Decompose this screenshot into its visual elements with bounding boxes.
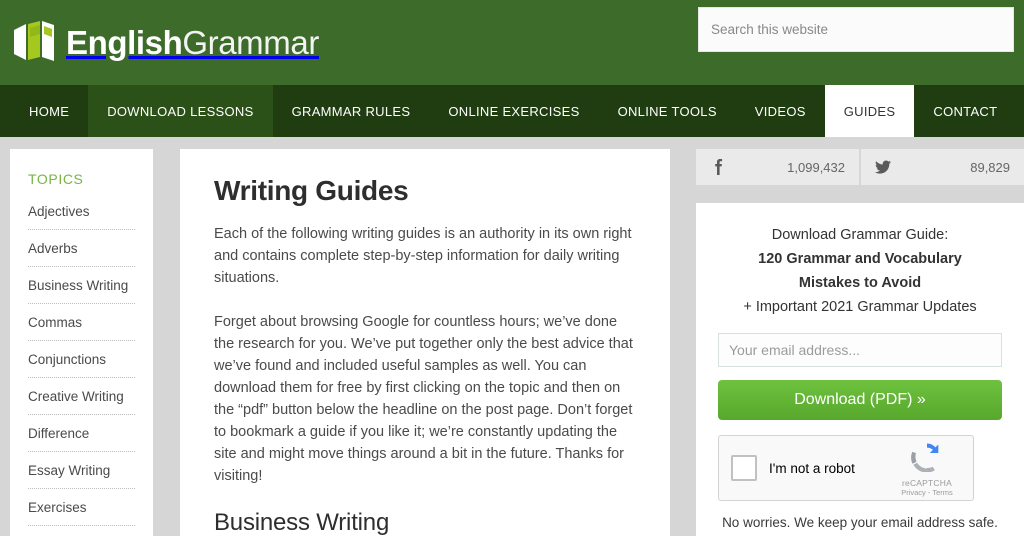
intro-paragraph: Each of the following writing guides is … [214, 226, 632, 286]
topics-sidebar: TOPICS Adjectives Adverbs Business Writi… [10, 149, 153, 536]
facebook-count: 1,099,432 [787, 159, 845, 175]
sidebar-item-essay-writing[interactable]: Essay Writing [28, 463, 135, 489]
sidebar-item-business-writing[interactable]: Business Writing [28, 278, 135, 304]
sidebar-item-adverbs[interactable]: Adverbs [28, 241, 135, 267]
right-sidebar: 1,099,432 89,829 Download Grammar Guide:… [696, 149, 1024, 536]
topics-heading: TOPICS [28, 171, 84, 187]
recaptcha-checkbox[interactable] [731, 455, 757, 481]
download-guide-widget: Download Grammar Guide: 120 Grammar and … [696, 203, 1024, 536]
logo-text-bold: English [66, 24, 183, 61]
sidebar-item-commas[interactable]: Commas [28, 315, 135, 341]
logo-text-light: Grammar [182, 24, 319, 61]
sidebar-item-conjunctions[interactable]: Conjunctions [28, 352, 135, 378]
email-field[interactable] [718, 333, 1002, 367]
sidebar-item-difference[interactable]: Difference [28, 426, 135, 452]
nav-item-online-tools[interactable]: ONLINE TOOLS [599, 85, 736, 137]
optin-line-4: + Important 2021 Grammar Updates [743, 299, 977, 315]
nav-item-contact[interactable]: CONTACT [914, 85, 1016, 137]
nav-item-videos[interactable]: VIDEOS [736, 85, 825, 137]
twitter-icon [875, 159, 891, 175]
recaptcha-terms-text[interactable]: Privacy - Terms [891, 488, 963, 497]
twitter-count: 89,829 [970, 159, 1010, 175]
recaptcha-label: I'm not a robot [769, 460, 855, 476]
site-logo[interactable]: EnglishGrammar [10, 20, 319, 66]
recaptcha-widget[interactable]: I'm not a robot reCAPTCHA Privacy - Term… [718, 435, 974, 501]
social-counts-bar: 1,099,432 89,829 [696, 149, 1024, 185]
logo-text: EnglishGrammar [66, 26, 319, 59]
body-paragraph: Forget about browsing Google for countle… [214, 314, 633, 484]
nav-item-download-lessons[interactable]: DOWNLOAD LESSONS [88, 85, 273, 137]
sidebar-item-creative-writing[interactable]: Creative Writing [28, 389, 135, 415]
page-body: TOPICS Adjectives Adverbs Business Writi… [0, 137, 1024, 536]
optin-line-3: Mistakes to Avoid [798, 275, 922, 291]
facebook-icon [710, 159, 726, 175]
nav-item-online-exercises[interactable]: ONLINE EXERCISES [429, 85, 598, 137]
section-heading-business-writing: Business Writing [214, 509, 390, 536]
twitter-follow-button[interactable]: 89,829 [861, 149, 1024, 185]
sidebar-item-adjectives[interactable]: Adjectives [28, 204, 135, 230]
recaptcha-logo-icon [911, 443, 939, 472]
download-pdf-button[interactable]: Download (PDF) » [718, 380, 1002, 420]
recaptcha-branding: reCAPTCHA Privacy - Terms [891, 440, 963, 497]
open-book-icon [10, 20, 60, 66]
nav-item-guides[interactable]: GUIDES [824, 85, 915, 137]
main-content: Writing Guides Each of the following wri… [180, 149, 670, 536]
sidebar-item-exercises[interactable]: Exercises [28, 500, 135, 526]
main-navigation: HOME DOWNLOAD LESSONS GRAMMAR RULES ONLI… [0, 85, 1024, 137]
optin-line-1: Download Grammar Guide: [771, 227, 949, 243]
facebook-follow-button[interactable]: 1,099,432 [696, 149, 859, 185]
nav-item-home[interactable]: HOME [10, 85, 88, 137]
site-header: EnglishGrammar [0, 0, 1024, 85]
nav-item-grammar-rules[interactable]: GRAMMAR RULES [273, 85, 430, 137]
optin-line-2: 120 Grammar and Vocabulary [758, 251, 962, 267]
privacy-note: No worries. We keep your email address s… [722, 515, 998, 530]
page-title: Writing Guides [214, 175, 409, 206]
search-input[interactable] [698, 7, 1014, 52]
recaptcha-brand-text: reCAPTCHA [902, 477, 952, 488]
